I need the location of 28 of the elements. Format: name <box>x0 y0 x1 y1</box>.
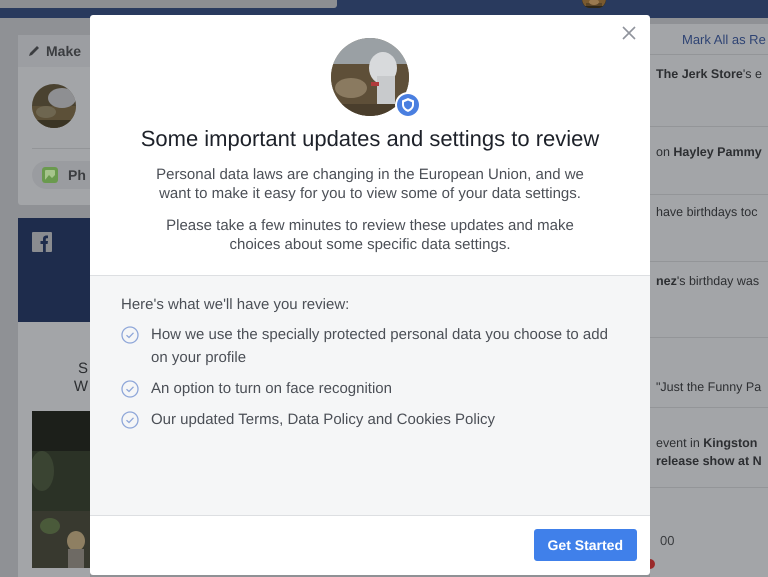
logo-icon <box>32 232 52 252</box>
post-text: W <box>74 378 88 396</box>
mark-all-read-link[interactable]: Mark All as Re <box>682 32 766 46</box>
reaction-count: 00 <box>660 533 674 548</box>
post-text: S <box>78 360 88 378</box>
notification-text: event in Kingston release show at N <box>656 435 762 470</box>
get-started-button[interactable]: Get Started <box>534 529 637 561</box>
check-icon <box>121 411 139 429</box>
review-item: How we use the specially protected personal data you choose to add on your profile <box>151 325 609 368</box>
dialog-text: Personal data laws are changing in the European Union, and we want to make it easy for you to view some of your data settings. <box>155 165 585 203</box>
dialog-title: Some important updates and settings to review <box>140 126 600 152</box>
review-heading: Here's what we'll have you review: <box>121 296 350 313</box>
photo-button[interactable]: Ph <box>32 161 90 189</box>
check-icon <box>121 380 139 398</box>
photo-icon <box>42 167 58 183</box>
review-item: Our updated Terms, Data Policy and Cookies Policy <box>151 410 496 430</box>
close-icon <box>622 26 636 40</box>
notification-text: have birthdays toc <box>656 204 758 221</box>
shield-icon <box>395 92 421 118</box>
notification-text: "Just the Funny Pa <box>656 379 762 396</box>
pencil-icon <box>28 45 40 57</box>
review-item: An option to turn on face recognition <box>151 379 393 399</box>
notification-text: The Jerk Store's e <box>656 66 762 83</box>
check-icon <box>121 326 139 344</box>
notification-text: on Hayley Pammy <box>656 144 762 161</box>
dialog-text: Please take a few minutes to review these updates and make choices about some specific data settings. <box>165 216 575 254</box>
notification-text: nez's birthday was <box>656 273 760 290</box>
close-button[interactable] <box>622 25 638 41</box>
